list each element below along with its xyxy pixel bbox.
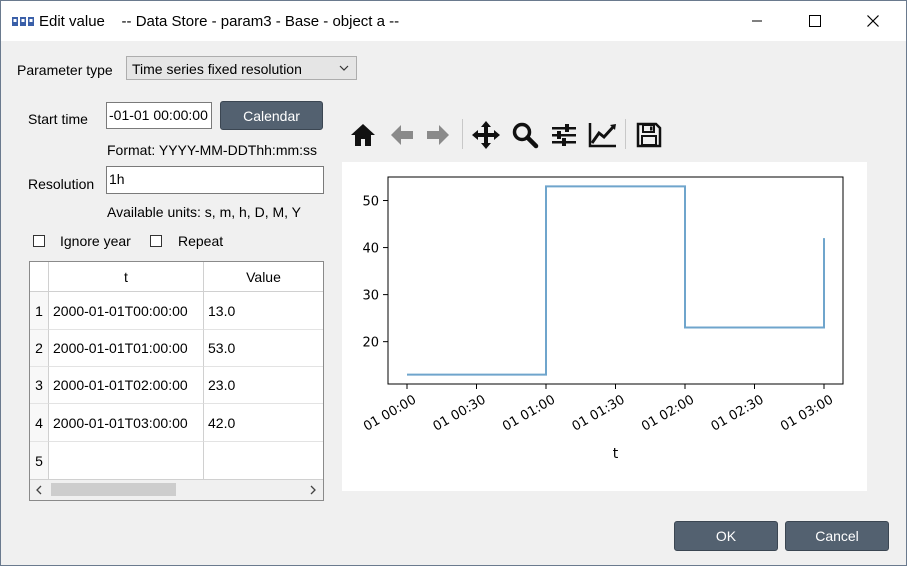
minimize-icon [752, 20, 762, 22]
table-corner [30, 262, 49, 292]
axes-frame [387, 176, 844, 385]
table-cell-t[interactable]: 2000-01-01T01:00:00 [49, 330, 204, 367]
close-icon [867, 15, 879, 27]
scrollbar-thumb[interactable] [51, 483, 176, 496]
row-header[interactable]: 2 [30, 330, 49, 367]
forward-icon[interactable] [422, 119, 454, 151]
row-header[interactable]: 5 [30, 442, 49, 480]
units-hint: Available units: s, m, h, D, M, Y [107, 204, 302, 220]
table-cell-t[interactable] [49, 442, 204, 480]
x-tick-label: 01 02:00 [639, 392, 697, 434]
edit-value-dialog: Edit value -- Data Store - param3 - Base… [0, 0, 907, 566]
scroll-right-icon[interactable] [309, 485, 317, 495]
x-tick-label: 01 00:30 [431, 392, 489, 434]
x-tick-label: 01 03:00 [778, 392, 836, 434]
x-tick-label: 01 01:00 [500, 392, 558, 434]
ignore-year-label: Ignore year [60, 233, 131, 249]
scroll-left-icon[interactable] [35, 485, 43, 495]
start-time-input[interactable]: -01-01 00:00:00 [106, 102, 212, 129]
edit-axis-icon[interactable] [587, 119, 619, 151]
configure-subplots-icon[interactable] [548, 119, 580, 151]
y-tick-label: 40 [362, 242, 379, 257]
resolution-input[interactable]: 1h [106, 166, 324, 194]
table-cell-value[interactable]: 42.0 [204, 404, 323, 442]
zoom-icon[interactable] [509, 119, 541, 151]
x-tick-label: 01 02:30 [709, 392, 767, 434]
column-header-value[interactable]: Value [204, 262, 323, 292]
toolbar-separator [462, 119, 463, 149]
format-hint: Format: YYYY-MM-DDThh:mm:ss [107, 142, 318, 158]
home-icon[interactable] [347, 119, 379, 151]
app-icon [12, 17, 34, 26]
parameter-type-select[interactable]: Time series fixed resolution [126, 56, 357, 80]
y-tick-label: 30 [362, 289, 379, 304]
table-cell-value[interactable]: 53.0 [204, 330, 323, 367]
title-bar: Edit value -- Data Store - param3 - Base… [1, 1, 906, 41]
start-time-label: Start time [28, 111, 88, 127]
close-button[interactable] [844, 1, 902, 41]
repeat-label: Repeat [178, 233, 224, 249]
table-cell-value[interactable] [204, 442, 323, 480]
parameter-type-label: Parameter type [17, 62, 113, 78]
series-line [407, 185, 825, 376]
table-cell-value[interactable]: 23.0 [204, 367, 323, 404]
cancel-button[interactable]: Cancel [785, 521, 889, 551]
parameter-type-value: Time series fixed resolution [132, 61, 302, 77]
row-header[interactable]: 3 [30, 367, 49, 404]
x-tick-label: 01 00:00 [361, 392, 419, 434]
ok-button[interactable]: OK [674, 521, 778, 551]
y-tick-label: 20 [362, 336, 379, 351]
window-title: Edit value -- Data Store - param3 - Base… [39, 13, 400, 30]
save-icon[interactable] [633, 119, 665, 151]
chevron-down-icon [339, 65, 349, 71]
row-header[interactable]: 4 [30, 404, 49, 442]
table-cell-t[interactable]: 2000-01-01T03:00:00 [49, 404, 204, 442]
pan-icon[interactable] [470, 119, 502, 151]
maximize-button[interactable] [786, 1, 844, 41]
x-tick-label: 01 01:30 [570, 392, 628, 434]
table-cell-t[interactable]: 2000-01-01T00:00:00 [49, 292, 204, 330]
data-table[interactable]: t Value 1 2000-01-01T00:00:00 13.0 2 200… [29, 261, 324, 501]
y-tick-label: 50 [362, 195, 379, 210]
back-icon[interactable] [386, 119, 418, 151]
toolbar-separator [625, 119, 626, 149]
table-cell-value[interactable]: 13.0 [204, 292, 323, 330]
x-axis-label: t [613, 446, 619, 462]
table-cell-t[interactable]: 2000-01-01T02:00:00 [49, 367, 204, 404]
y-axis: 20 30 40 50 [362, 195, 388, 351]
plot-canvas[interactable]: 20 30 40 50 01 00:00 01 00:30 01 01:00 01 01:3… [342, 162, 867, 491]
x-axis: 01 00:00 01 00:30 01 01:00 01 01:30 01 02:00… [361, 384, 836, 435]
repeat-checkbox[interactable] [150, 235, 162, 247]
horizontal-scrollbar[interactable] [30, 479, 323, 500]
calendar-button[interactable]: Calendar [220, 101, 323, 130]
column-header-t[interactable]: t [49, 262, 204, 292]
time-series-chart[interactable]: 20 30 40 50 01 00:00 01 00:30 01 01:00 01 01:3… [342, 162, 867, 491]
minimize-button[interactable] [728, 1, 786, 41]
resolution-label: Resolution [28, 176, 95, 192]
ignore-year-checkbox[interactable] [33, 235, 45, 247]
row-header[interactable]: 1 [30, 292, 49, 330]
maximize-icon [809, 15, 821, 27]
